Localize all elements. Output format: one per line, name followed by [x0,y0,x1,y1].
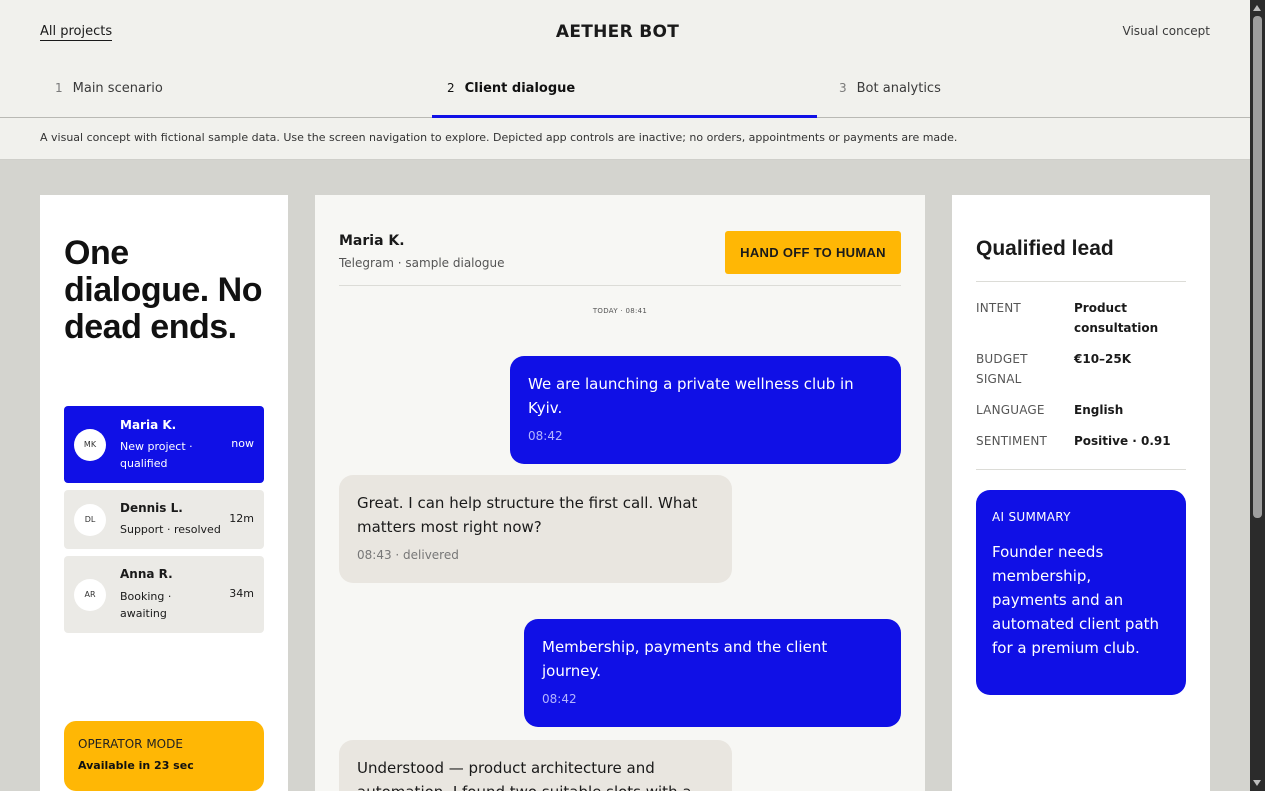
message-outgoing: Membership, payments and the client jour… [524,619,901,727]
conversation-time: 34m [229,586,254,600]
scrollbar-thumb[interactable] [1253,16,1262,518]
chat-panel: Maria K. Telegram · sample dialogue HAND… [315,195,925,791]
divider [976,469,1186,470]
page-scrollbar[interactable] [1250,0,1265,791]
conversation-time: now [231,436,254,450]
message-text: Understood — product architecture and au… [357,759,692,791]
divider [339,285,901,286]
tab-client-dialogue[interactable]: 2 Client dialogue [432,66,817,118]
message-text: We are launching a private wellness club… [528,375,854,417]
operator-mode-label: OPERATOR MODE [78,737,183,751]
field-label-language: LANGUAGE [976,403,1045,417]
conversation-item-maria[interactable]: MK Maria K. New project · qualified now [64,406,264,483]
tab-number: 1 [55,81,63,95]
message-text: Membership, payments and the client jour… [542,638,828,680]
screen-tabs: 1 Main scenario 2 Client dialogue 3 Bot ana… [0,66,1250,118]
conversation-name: Maria K. [120,418,177,432]
conversation-name: Dennis L. [120,501,183,515]
message-meta: 08:43 · delivered [357,548,459,562]
lead-panel: Qualified lead INTENT Product consultati… [952,195,1210,791]
lead-title: Qualified lead [976,237,1114,260]
tab-number: 2 [447,81,455,95]
conversation-item-anna[interactable]: AR Anna R. Booking · awaiting 34m [64,556,264,633]
operator-availability: Available in 23 sec [78,759,194,772]
ai-summary-heading: AI SUMMARY [992,510,1071,524]
field-value-sentiment: Positive · 0.91 [1074,434,1171,448]
field-label-intent: INTENT [976,301,1021,315]
scroll-down-arrow-icon[interactable] [1253,780,1261,786]
date-separator: TODAY · 08:41 [592,307,648,315]
field-label-budget: BUDGET SIGNAL [976,352,1028,386]
message-outgoing: We are launching a private wellness club… [510,356,901,464]
message-meta: 08:42 [542,692,577,706]
field-label-sentiment: SENTIMENT [976,434,1048,448]
scroll-up-arrow-icon[interactable] [1253,5,1261,11]
demo-notice: A visual concept with fictional sample d… [0,118,1250,160]
chat-channel: Telegram · sample dialogue [339,256,505,270]
avatar: MK [74,428,106,461]
tab-bot-analytics[interactable]: 3 Bot analytics [824,66,1209,118]
tab-label: Client dialogue [464,81,576,96]
field-value-budget: €10–25K [1074,352,1132,366]
panel-headline: One dialogue. No dead ends. [64,234,263,346]
operator-mode-card: OPERATOR MODE Available in 23 sec [64,721,264,791]
conversation-name: Anna R. [120,567,173,581]
conversation-status: Support · resolved [120,523,221,536]
field-value-intent: Product consultation [1074,301,1159,335]
ai-summary-card: AI SUMMARY Founder needs membership, pay… [976,490,1186,695]
app-title: AETHER BOT [555,22,680,42]
top-bar: All projects AETHER BOT Visual concept [0,0,1250,66]
ai-summary-text: Founder needs membership, payments and a… [992,543,1160,657]
tab-label: Bot analytics [856,81,941,96]
divider [976,281,1186,282]
field-value-language: English [1074,403,1124,417]
conversation-status: Booking · awaiting [120,590,172,620]
message-meta: 08:42 [528,429,563,443]
message-incoming: Great. I can help structure the first ca… [339,475,732,583]
hand-off-to-human-button[interactable]: HAND OFF TO HUMAN [725,231,901,274]
tab-number: 3 [839,81,847,95]
tab-main-scenario[interactable]: 1 Main scenario [40,66,425,118]
avatar: AR [74,578,106,611]
conversation-time: 12m [229,511,254,525]
message-incoming: Understood — product architecture and au… [339,740,732,791]
message-text: Great. I can help structure the first ca… [357,494,698,536]
conversation-item-dennis[interactable]: DL Dennis L. Support · resolved 12m [64,490,264,549]
chat-contact-name: Maria K. [339,233,405,249]
avatar: DL [74,503,106,536]
visual-concept-label: Visual concept [1122,24,1211,38]
conversations-panel: One dialogue. No dead ends. MK Maria K. … [40,195,288,791]
conversation-status: New project · qualified [120,440,193,470]
tab-label: Main scenario [72,81,163,96]
